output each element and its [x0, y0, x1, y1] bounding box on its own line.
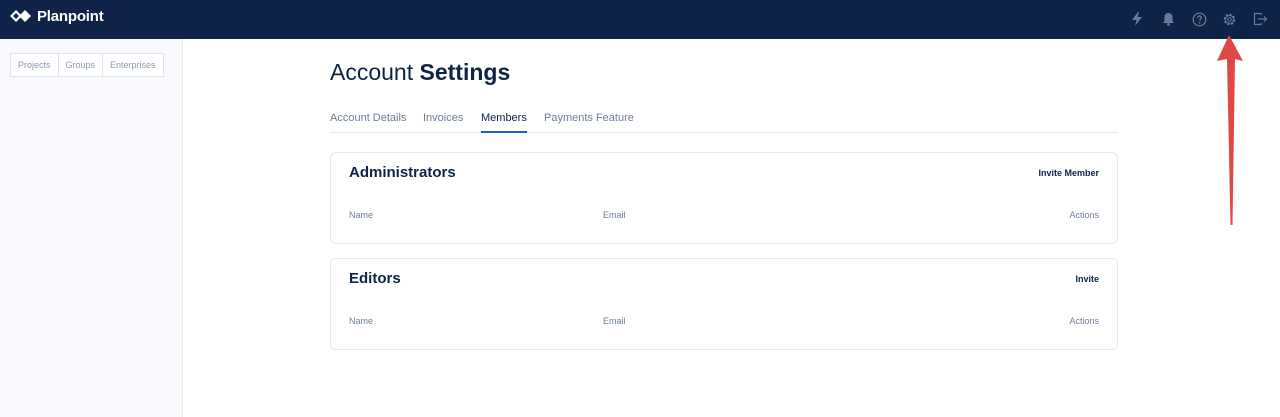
tab-members[interactable]: Members [481, 112, 527, 124]
invite-button[interactable]: Invite [1075, 274, 1099, 284]
page-title: Account Settings [330, 59, 510, 86]
help-icon[interactable] [1190, 10, 1208, 28]
administrators-card: Administrators Invite Member Name Email … [330, 152, 1118, 244]
bell-icon[interactable] [1159, 10, 1177, 28]
page-title-light: Account [330, 59, 414, 85]
top-navbar: Planpoint [0, 0, 1280, 39]
settings-tabs: Account Details Invoices Members Payment… [330, 105, 1118, 133]
annotation-arrow [1217, 35, 1243, 225]
column-header-name: Name [349, 210, 374, 220]
planpoint-logo-icon [10, 10, 31, 22]
settings-icon[interactable] [1220, 10, 1238, 28]
tab-payments-feature[interactable]: Payments Feature [544, 112, 634, 124]
column-header-email: Email [603, 210, 626, 220]
sidebar-tabs: Projects Groups Enterprises [10, 53, 164, 77]
sidebar-tab-groups[interactable]: Groups [57, 53, 104, 77]
card-title: Editors [349, 270, 401, 287]
card-title: Administrators [349, 164, 456, 181]
invite-member-button[interactable]: Invite Member [1038, 168, 1099, 178]
tab-invoices[interactable]: Invoices [423, 112, 463, 124]
column-header-actions: Actions [1069, 316, 1099, 326]
column-header-name: Name [349, 316, 374, 326]
lightning-icon[interactable] [1128, 10, 1146, 28]
column-header-actions: Actions [1069, 210, 1099, 220]
logout-icon[interactable] [1251, 10, 1269, 28]
brand-logo[interactable]: Planpoint [10, 7, 104, 25]
active-tab-indicator [481, 131, 527, 133]
tab-account-details[interactable]: Account Details [330, 112, 406, 124]
editors-card: Editors Invite Name Email Actions [330, 258, 1118, 350]
sidebar: Projects Groups Enterprises [0, 39, 183, 417]
sidebar-tab-enterprises[interactable]: Enterprises [102, 53, 164, 77]
sidebar-tab-projects[interactable]: Projects [10, 53, 59, 77]
page-title-bold: Settings [419, 59, 511, 85]
column-header-email: Email [603, 316, 626, 326]
brand-name: Planpoint [37, 7, 104, 25]
